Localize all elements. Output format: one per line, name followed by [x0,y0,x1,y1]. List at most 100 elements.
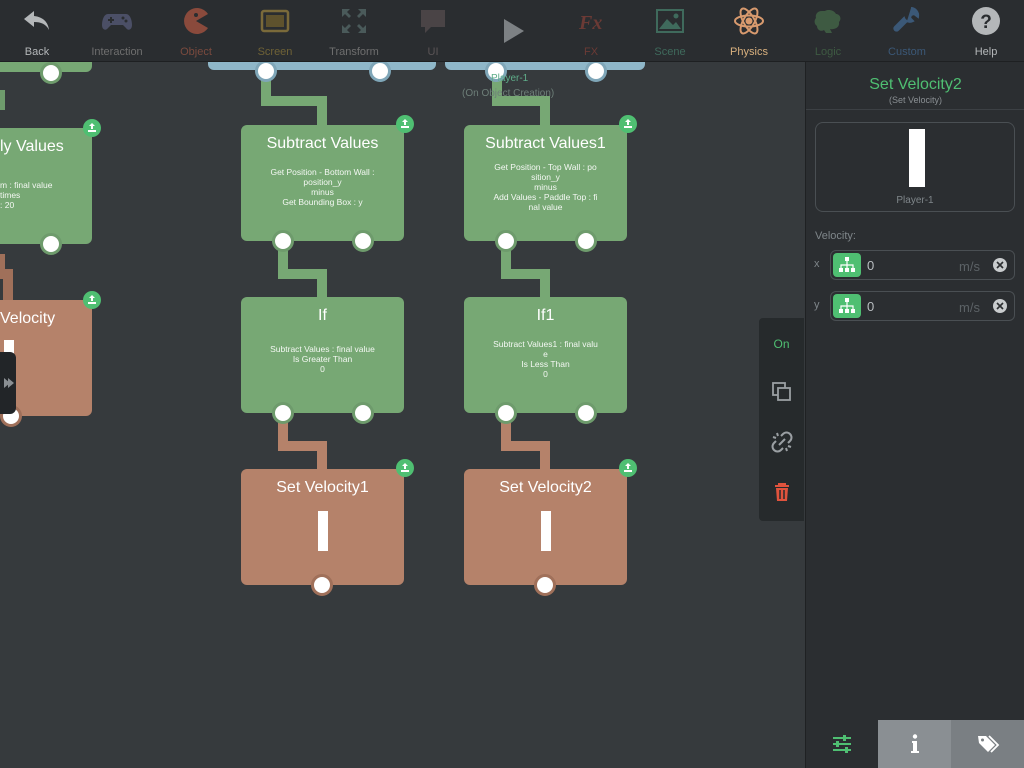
toolbar-back-button[interactable]: Back [0,0,77,62]
body-line: sition_y [531,172,560,182]
velocity-x-value[interactable]: 0 [867,258,947,273]
panel-tab-bar [806,720,1024,768]
copy-icon [771,381,793,408]
play-icon [496,15,528,47]
output-port[interactable] [311,574,333,596]
block-title: ly Values [0,138,64,155]
block-body: Get Position - Top Wall : po sition_y mi… [482,162,609,212]
duplicate-button[interactable] [759,374,804,414]
export-icon[interactable] [619,459,637,477]
body-line: Get Position - Bottom Wall : [270,167,375,177]
toolbar-label: Back [24,46,50,58]
broken-link-icon [771,431,793,458]
velocity-x-field[interactable]: 0 m/s [830,250,1015,280]
block-context-bar: On [759,318,804,521]
multiply-values-block[interactable]: ly Values m : final value times : 20 [0,128,92,244]
toolbar-object-button[interactable]: Object [156,0,236,62]
body-line: minus [311,187,334,197]
toggle-on-button[interactable]: On [759,324,804,364]
export-icon[interactable] [619,115,637,133]
tablet-icon [259,5,291,37]
panel-header: Set Velocity2 (Set Velocity) [806,62,1024,110]
svg-text:?: ? [980,12,992,33]
hierarchy-icon [839,298,855,313]
toolbar-logic-button[interactable]: Logic [788,0,868,62]
collision-block[interactable] [208,62,436,70]
tab-tags[interactable] [951,720,1024,768]
export-icon[interactable] [396,115,414,133]
toolbar-fx-button[interactable]: Fx FX [551,0,631,62]
clear-icon[interactable] [993,258,1007,272]
toolbar-transform-button[interactable]: Transform [314,0,394,62]
toolbar-scene-button[interactable]: Scene [630,0,710,62]
unit-label: m/s [959,300,980,315]
speech-bubble-icon [417,5,449,37]
output-port-true[interactable] [272,230,294,252]
object-name: Player-1 [896,195,934,206]
output-port-true[interactable] [495,230,517,252]
body-line: e [543,349,548,359]
back-arrow-icon [21,5,53,37]
output-port[interactable] [40,62,62,84]
toolbar-physics-button[interactable]: Physics [709,0,789,62]
clear-icon[interactable] [993,299,1007,313]
set-velocity2-block[interactable]: Set Velocity2 [464,469,627,585]
output-port-true[interactable] [495,402,517,424]
toolbar-label: Logic [814,46,842,58]
behavior-canvas[interactable]: Player-1 (On Object Creation) ly Values … [0,62,805,768]
toolbar-help-button[interactable]: ? Help [946,0,1024,62]
output-port-false[interactable] [575,230,597,252]
output-port-false[interactable] [575,402,597,424]
output-port-false[interactable] [352,230,374,252]
toolbar-label: Transform [329,46,379,58]
toolbar-play-button[interactable] [472,0,552,62]
disconnect-button[interactable] [759,424,804,464]
block-drawer-handle[interactable] [0,352,16,414]
body-line: 0 [320,364,325,374]
toolbar-label: FX [583,46,599,58]
toolbar-custom-button[interactable]: Custom [867,0,947,62]
expand-arrows-icon [338,5,370,37]
block-body: Subtract Values : final value Is Greater… [259,344,386,374]
output-port[interactable] [534,574,556,596]
value-source-button[interactable] [833,294,861,318]
tab-info[interactable] [878,720,951,768]
set-velocity1-block[interactable]: Set Velocity1 [241,469,404,585]
output-port-true[interactable] [272,402,294,424]
landscape-image-icon [654,5,686,37]
value-source-button[interactable] [833,253,861,277]
fx-text-icon: Fx [575,5,607,37]
export-icon[interactable] [83,291,101,309]
velocity-x-row: x 0 m/s [806,250,1024,280]
velocity-label: Velocity: [815,230,856,242]
gamepad-icon [101,5,133,37]
axis-label: y [814,299,820,311]
svg-text:Fx: Fx [578,12,602,34]
toolbar-ui-button[interactable]: UI [393,0,473,62]
player-sublabel: (On Object Creation) [462,88,555,99]
toolbar-interaction-button[interactable]: Interaction [77,0,157,62]
properties-panel: Set Velocity2 (Set Velocity) Player-1 Ve… [805,62,1024,768]
output-port-false[interactable] [352,402,374,424]
body-line: Is Greater Than [292,354,353,364]
delete-button[interactable] [759,474,804,514]
export-icon[interactable] [396,459,414,477]
app-window: Back Interaction Object Screen Transform [0,0,1024,768]
velocity-y-field[interactable]: 0 m/s [830,291,1015,321]
export-icon[interactable] [83,119,101,137]
subtract-values-block[interactable]: Subtract Values Get Position - Bottom Wa… [241,125,404,241]
velocity-y-row: y 0 m/s [806,291,1024,321]
if1-block[interactable]: If1 Subtract Values1 : final valu e Is L… [464,297,627,413]
body-line: Get Bounding Box : y [282,197,363,207]
body-line: Is Less Than [521,359,570,369]
output-port[interactable] [40,233,62,255]
tab-settings[interactable] [806,720,878,768]
velocity-y-value[interactable]: 0 [867,299,947,314]
if-block[interactable]: If Subtract Values : final value Is Grea… [241,297,404,413]
player-creation-block[interactable] [445,62,645,70]
block-title: Set Velocity2 [499,479,592,496]
atom-icon [733,5,765,37]
toolbar-screen-button[interactable]: Screen [235,0,315,62]
subtract-values1-block[interactable]: Subtract Values1 Get Position - Top Wall… [464,125,627,241]
object-preview[interactable]: Player-1 [815,122,1015,212]
